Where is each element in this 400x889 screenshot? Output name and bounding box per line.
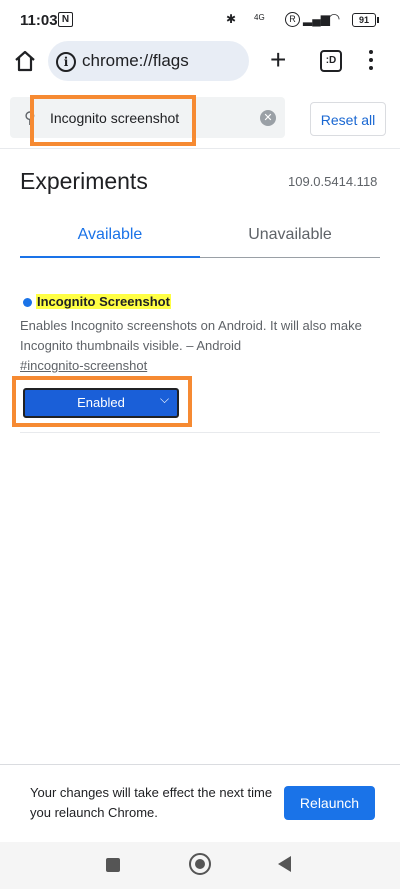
flag-permalink[interactable]: #incognito-screenshot <box>20 358 147 373</box>
new-tab-icon[interactable]: + <box>270 46 286 74</box>
network-type-icon: 4G <box>254 13 265 22</box>
bluetooth-icon: ✱ <box>226 12 237 26</box>
tab-switcher-button[interactable]: :D <box>320 50 342 72</box>
flag-description: Enables Incognito screenshots on Android… <box>20 318 362 353</box>
roaming-icon: R <box>285 12 300 27</box>
divider <box>20 432 380 433</box>
clock: 11:03 <box>20 12 58 29</box>
clear-search-icon[interactable]: ✕ <box>260 110 276 126</box>
relaunch-button[interactable]: Relaunch <box>284 786 375 820</box>
divider <box>0 148 400 149</box>
flag-modified-dot-icon <box>23 298 32 307</box>
flag-name: Incognito Screenshot <box>36 294 171 309</box>
flag-state-select[interactable]: Enabled <box>23 388 179 418</box>
back-icon[interactable] <box>278 856 291 872</box>
home-nav-dot-icon <box>195 859 205 869</box>
page-title: Experiments <box>20 168 148 194</box>
reset-all-button[interactable]: Reset all <box>310 102 386 136</box>
tab-available[interactable]: Available <box>20 218 200 258</box>
wifi-icon: ◠ <box>328 10 341 26</box>
signal-icon: ▂▄▆ <box>303 12 330 26</box>
tab-unavailable[interactable]: Unavailable <box>200 218 380 258</box>
battery-icon: 91 <box>352 13 379 27</box>
nfc-icon: N <box>58 12 73 27</box>
home-icon[interactable] <box>12 48 38 74</box>
search-highlight-box <box>30 95 196 146</box>
version-label: 109.0.5414.118 <box>288 174 378 189</box>
info-icon[interactable]: i <box>56 52 76 72</box>
footer-divider <box>0 764 400 765</box>
chevron-down-icon: ⌵ <box>160 392 170 406</box>
url-text[interactable]: chrome://flags <box>82 51 189 71</box>
recents-icon[interactable] <box>106 858 120 872</box>
status-bar: 11:03 N ✱ 4G R ▂▄▆ ◠ 91 <box>0 0 400 40</box>
relaunch-message: Your changes will take effect the next t… <box>30 785 273 820</box>
active-tab-indicator <box>20 256 200 258</box>
more-menu-icon[interactable] <box>364 48 378 72</box>
